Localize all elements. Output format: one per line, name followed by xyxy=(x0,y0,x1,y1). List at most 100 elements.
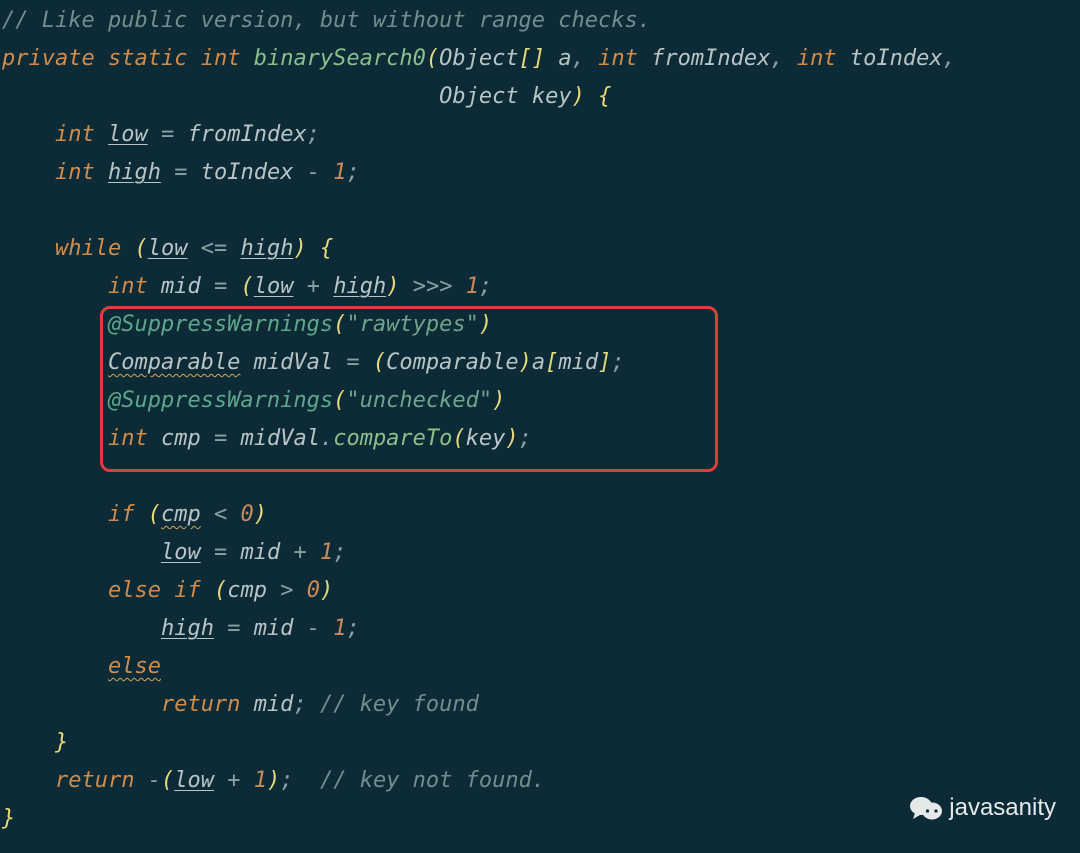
keyword-if: if xyxy=(174,578,201,603)
assign: = xyxy=(227,616,240,641)
chat-bubbles-icon xyxy=(909,794,943,822)
keyword-static: static xyxy=(108,46,187,71)
assign: = xyxy=(214,540,227,565)
ident-fromIndex: fromIndex xyxy=(187,122,306,147)
paren-close: ) xyxy=(479,312,492,337)
assign: = xyxy=(214,426,227,451)
string-rawtypes: "rawtypes" xyxy=(346,312,478,337)
paren-close: ) xyxy=(386,274,399,299)
paren-close: ) xyxy=(254,502,267,527)
var-low: low xyxy=(108,122,148,147)
ident-mid: mid xyxy=(254,692,294,717)
assign: = xyxy=(214,274,227,299)
var-low: low xyxy=(254,274,294,299)
assign: = xyxy=(346,350,359,375)
type-object: Object xyxy=(439,46,518,71)
method-compareTo: compareTo xyxy=(333,426,452,451)
paren-open: ( xyxy=(148,502,161,527)
bracket-close: ] xyxy=(598,350,611,375)
var-low: low xyxy=(174,768,214,793)
bracket-open: [ xyxy=(519,46,532,71)
paren-open: ( xyxy=(333,388,346,413)
ident-toIndex: toIndex xyxy=(201,160,294,185)
number-1: 1 xyxy=(320,540,333,565)
semicolon: ; xyxy=(280,768,293,793)
watermark-text: javasanity xyxy=(949,789,1056,827)
keyword-if: if xyxy=(108,502,135,527)
ident-a: a xyxy=(532,350,545,375)
number-1: 1 xyxy=(254,768,267,793)
paren-close: ) xyxy=(267,768,280,793)
var-midVal: midVal xyxy=(254,350,333,375)
plus: + xyxy=(227,768,240,793)
number-0: 0 xyxy=(307,578,320,603)
semicolon: ; xyxy=(333,540,346,565)
semicolon: ; xyxy=(307,122,320,147)
comma: , xyxy=(943,46,956,71)
paren-open: ( xyxy=(333,312,346,337)
bracket-open: [ xyxy=(545,350,558,375)
var-low: low xyxy=(148,236,188,261)
paren-close: ) xyxy=(519,350,532,375)
watermark: javasanity xyxy=(909,789,1056,827)
param-a: a xyxy=(558,46,571,71)
var-cmp-warn: cmp xyxy=(161,502,201,527)
param-key: key xyxy=(532,84,572,109)
paren-close: ) xyxy=(320,578,333,603)
paren-open: ( xyxy=(240,274,253,299)
type-int: int xyxy=(201,46,241,71)
var-cmp: cmp xyxy=(161,426,201,451)
var-high: high xyxy=(240,236,293,261)
semicolon: ; xyxy=(611,350,624,375)
keyword-return: return xyxy=(161,692,240,717)
type-int: int xyxy=(108,274,148,299)
keyword-private: private xyxy=(2,46,95,71)
brace-close: } xyxy=(55,730,68,755)
comment-notfound: // key not found. xyxy=(320,768,545,793)
brace-open: { xyxy=(598,84,611,109)
type-int: int xyxy=(108,426,148,451)
paren-open: ( xyxy=(452,426,465,451)
comment-found: // key found xyxy=(320,692,479,717)
keyword-return: return xyxy=(55,768,134,793)
annotation-suppresswarnings: @SuppressWarnings xyxy=(108,312,333,337)
minus: - xyxy=(307,160,320,185)
bracket-close: ] xyxy=(532,46,545,71)
type-int: int xyxy=(797,46,837,71)
op-gt: > xyxy=(280,578,293,603)
var-low: low xyxy=(161,540,201,565)
assign: = xyxy=(174,160,187,185)
ident-mid: mid xyxy=(254,616,294,641)
paren-close: ) xyxy=(505,426,518,451)
var-high: high xyxy=(333,274,386,299)
type-object: Object xyxy=(439,84,518,109)
op-lt: < xyxy=(214,502,227,527)
semicolon: ; xyxy=(293,692,306,717)
type-comparable-cast: Comparable xyxy=(386,350,518,375)
var-mid: mid xyxy=(161,274,201,299)
string-unchecked: "unchecked" xyxy=(346,388,492,413)
op-ushr: >>> xyxy=(413,274,453,299)
number-0: 0 xyxy=(240,502,253,527)
comma: , xyxy=(770,46,783,71)
type-int: int xyxy=(55,160,95,185)
number-1: 1 xyxy=(333,616,346,641)
var-cmp: cmp xyxy=(227,578,267,603)
ident-midVal: midVal xyxy=(240,426,319,451)
annotation-suppresswarnings: @SuppressWarnings xyxy=(108,388,333,413)
param-fromIndex: fromIndex xyxy=(651,46,770,71)
var-high: high xyxy=(108,160,161,185)
semicolon: ; xyxy=(479,274,492,299)
paren-open: ( xyxy=(161,768,174,793)
method-name: binarySearch0 xyxy=(254,46,426,71)
semicolon: ; xyxy=(346,616,359,641)
ident-mid: mid xyxy=(240,540,280,565)
comma: , xyxy=(572,46,585,71)
paren-open: ( xyxy=(214,578,227,603)
code-editor[interactable]: // Like public version, but without rang… xyxy=(0,0,1080,853)
paren-open: ( xyxy=(373,350,386,375)
plus: + xyxy=(293,540,306,565)
keyword-else: else xyxy=(108,578,161,603)
type-int: int xyxy=(598,46,638,71)
paren-open: ( xyxy=(426,46,439,71)
